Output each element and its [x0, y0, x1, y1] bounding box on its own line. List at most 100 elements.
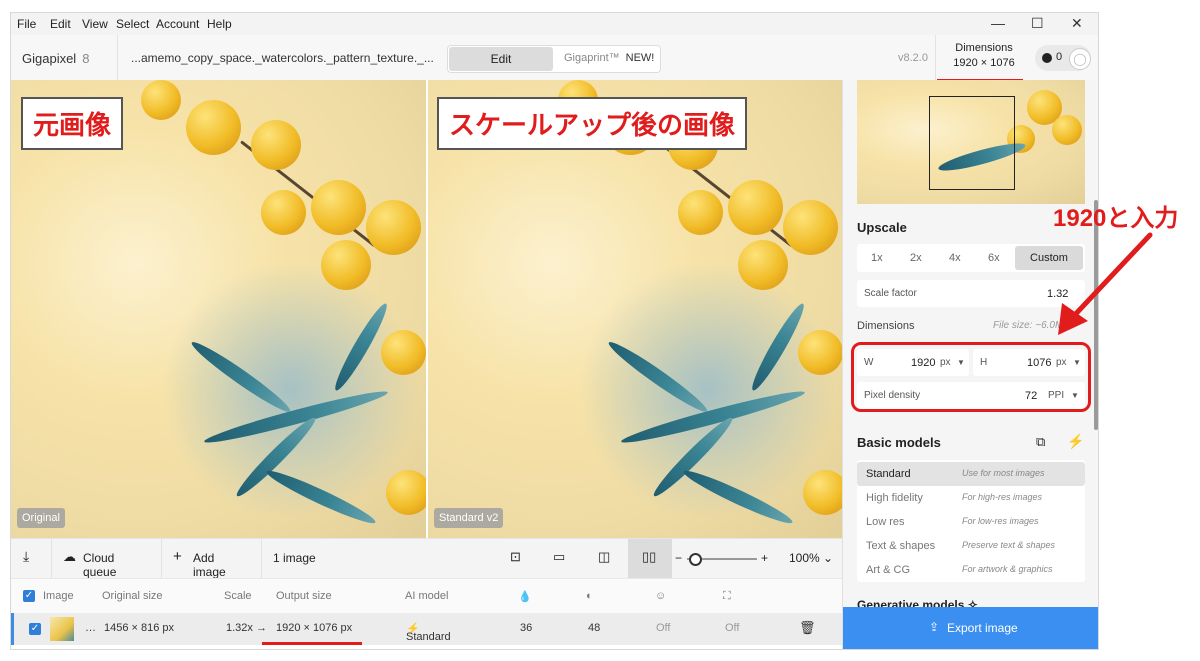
model-low-res[interactable]: Low res For low-res images [857, 510, 1085, 534]
model-art-cg[interactable]: Art & CG For artwork & graphics [857, 558, 1085, 582]
upscaled-label: スケールアップ後の画像 [437, 97, 748, 150]
mimosa-berry [1052, 115, 1082, 145]
side-by-side-icon: ▯▯ [642, 549, 657, 564]
original-tag: Original [17, 508, 65, 528]
navigator-preview[interactable] [857, 80, 1085, 204]
menu-file[interactable]: File [17, 17, 36, 31]
mimosa-berry [798, 330, 842, 375]
upscaled-viewer[interactable]: スケールアップ後の画像 Standard v2 [428, 80, 842, 538]
app-version-badge: 8 [82, 51, 90, 66]
select-all-checkbox[interactable]: ✓ [23, 590, 35, 602]
header-dimensions[interactable]: Dimensions 1920 × 1076 [939, 41, 1029, 75]
model-text-shapes[interactable]: Text & shapes Preserve text & shapes [857, 534, 1085, 558]
image-thumbnail [50, 617, 74, 641]
model-desc: For high-res images [962, 492, 1043, 502]
menu-edit[interactable]: Edit [50, 17, 71, 31]
image-count: 1 image [273, 551, 316, 565]
zoom-in-icon[interactable]: + [761, 551, 768, 565]
compare-icon[interactable]: ⧉ [1036, 434, 1045, 450]
table-row[interactable]: ✓ … 1456 × 816 px 1.32x → 1920 × 1076 px… [11, 613, 845, 645]
divider [261, 539, 262, 579]
split-view-icon[interactable]: ◫ [598, 549, 610, 565]
menu-bar: File Edit View Select Account Help — ☐ ✕ [11, 13, 1098, 35]
menu-account[interactable]: Account [156, 17, 199, 31]
model-high-fidelity[interactable]: High fidelity For high-res images [857, 486, 1085, 510]
row-more-icon[interactable]: … [85, 622, 96, 634]
cloud-queue-label: Cloud queue [83, 551, 117, 579]
col-image[interactable]: Image [43, 590, 74, 602]
scale-6x[interactable]: 6x [988, 252, 1000, 264]
divider [51, 539, 52, 579]
col-original-size[interactable]: Original size [102, 590, 163, 602]
trash-icon[interactable]: 🗑 [799, 620, 816, 636]
tab-gigaprint-label: Gigaprint™ [564, 52, 620, 64]
col-scale[interactable]: Scale [224, 590, 252, 602]
mimosa-berry [381, 330, 426, 375]
mimosa-berry [386, 470, 426, 515]
row-model-name: Standard [406, 631, 451, 643]
menu-select[interactable]: Select [116, 17, 149, 31]
file-name: ...amemo_copy_space._watercolors._patter… [131, 51, 434, 65]
export-button[interactable]: ⇪ Export image [843, 607, 1098, 649]
menu-help[interactable]: Help [207, 17, 232, 31]
menu-view[interactable]: View [82, 17, 108, 31]
model-standard[interactable]: Standard Use for most images [857, 462, 1085, 486]
model-name: Art & CG [866, 564, 911, 576]
model-list: Standard Use for most images High fideli… [857, 460, 1085, 582]
upscaled-tag: Standard v2 [434, 508, 504, 528]
scale-2x[interactable]: 2x [910, 252, 922, 264]
minimize-button[interactable]: — [991, 15, 1005, 31]
original-viewer[interactable]: 元画像 Original [11, 80, 426, 538]
row-checkbox[interactable]: ✓ [29, 623, 41, 635]
mimosa-berry [186, 100, 241, 155]
model-name: Low res [866, 516, 905, 528]
app-name: Gigapixel [22, 51, 77, 66]
maximize-button[interactable]: ☐ [1031, 15, 1044, 32]
col-output-size[interactable]: Output size [276, 590, 332, 602]
credits-badge[interactable]: 0 ◯ [1035, 45, 1091, 71]
table-header: ✓ Image Original size Scale Output size … [11, 578, 842, 614]
mimosa-berry [728, 180, 783, 235]
model-desc: Use for most images [962, 468, 1045, 478]
mimosa-berry [738, 240, 788, 290]
model-desc: Preserve text & shapes [962, 540, 1056, 550]
upscale-title: Upscale [857, 220, 907, 235]
annotation-arrow [1058, 232, 1153, 335]
export-icon: ⇪ [929, 620, 940, 634]
avatar[interactable]: ◯ [1069, 48, 1091, 70]
dimensions-label: Dimensions [857, 320, 915, 332]
header-dimensions-title: Dimensions [955, 42, 1013, 54]
single-view-icon[interactable]: ▭ [553, 549, 565, 565]
new-badge: NEW! [625, 52, 655, 64]
side-by-side-view-button[interactable]: ▯▯ [628, 539, 672, 579]
close-button[interactable]: ✕ [1071, 15, 1083, 32]
noise-icon: ◐ [586, 590, 593, 602]
zoom-slider-handle[interactable] [689, 553, 702, 566]
coin-icon [1042, 53, 1052, 63]
scale-4x[interactable]: 4x [949, 252, 961, 264]
row-value-2: 48 [588, 622, 601, 634]
header-dimensions-value: 1920 × 1076 [953, 57, 1015, 69]
text-enhance-icon: ⛶ [723, 590, 731, 602]
mimosa-berry [783, 200, 838, 255]
row-scale: 1.32x [226, 622, 253, 634]
viewport-rect[interactable] [929, 96, 1015, 190]
col-ai-model[interactable]: AI model [405, 590, 448, 602]
lightning-icon[interactable]: ⚡ [1067, 433, 1084, 450]
collapse-icon[interactable]: ⤓ [23, 548, 29, 565]
drop-icon: 💧 [518, 591, 532, 603]
mimosa-berry [321, 240, 371, 290]
row-value-4: Off [725, 622, 740, 634]
zoom-out-icon[interactable]: − [675, 551, 682, 565]
tab-gigaprint[interactable]: Gigaprint™ NEW! [564, 52, 654, 64]
screenshot-icon[interactable]: ⊡ [510, 549, 521, 565]
row-original-size: 1456 × 816 px [104, 622, 175, 634]
add-image-label: Add image [193, 551, 226, 579]
bottom-toolbar: ⤓ ☁ Cloud queue + Add image 1 image ⊡ ▭ … [11, 538, 842, 579]
zoom-level[interactable]: 100% [789, 551, 820, 565]
chevron-down-icon[interactable]: ⌄ [823, 551, 833, 565]
app-version: v8.2.0 [898, 52, 928, 64]
tab-edit[interactable]: Edit [449, 47, 553, 71]
scale-1x[interactable]: 1x [871, 252, 883, 264]
original-label: 元画像 [21, 97, 124, 150]
